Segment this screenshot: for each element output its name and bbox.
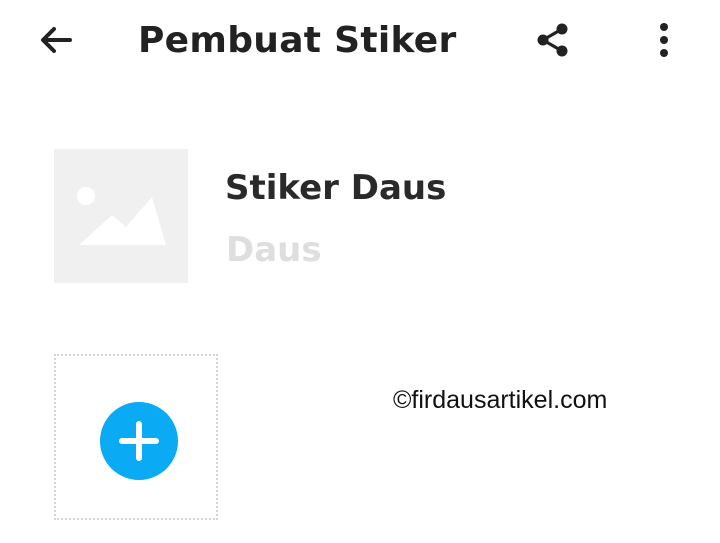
pack-name: Stiker Daus (225, 168, 447, 208)
back-button[interactable] (28, 12, 84, 68)
share-button[interactable] (525, 12, 581, 68)
share-icon (537, 23, 568, 57)
pack-author: Daus (226, 230, 322, 270)
image-placeholder-icon (77, 187, 166, 245)
arrow-left-icon (41, 27, 72, 53)
add-sticker-button[interactable] (100, 402, 178, 480)
page-title: Pembuat Stiker (138, 20, 457, 61)
plus-icon (119, 421, 159, 461)
more-options-button[interactable] (636, 12, 692, 68)
watermark-text: ©firdausartikel.com (393, 386, 608, 414)
pack-thumbnail[interactable] (54, 149, 188, 283)
add-sticker-tile[interactable] (54, 354, 218, 520)
app-bar: Pembuat Stiker (0, 0, 720, 84)
more-vertical-icon (660, 23, 668, 57)
